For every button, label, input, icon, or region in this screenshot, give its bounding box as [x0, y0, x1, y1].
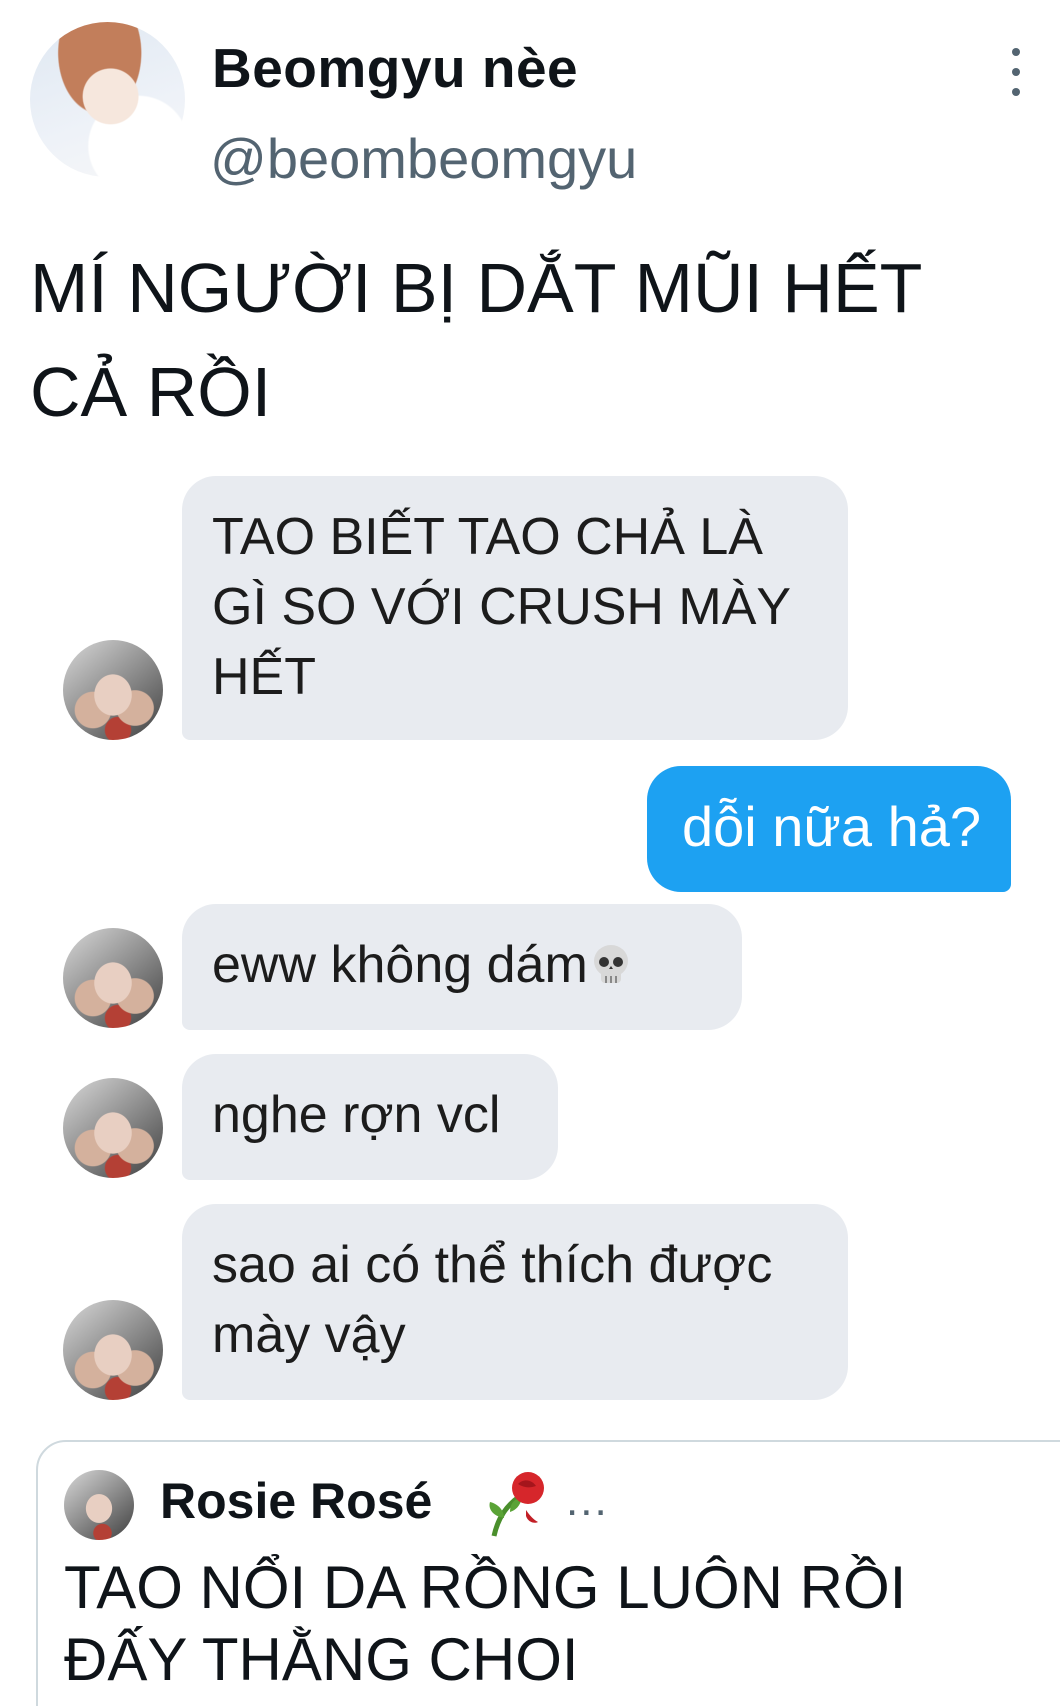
wilted-rose-icon [489, 1472, 544, 1537]
tweet-text: MÍ NGƯỜI BỊ DẮT MŨI HẾT CẢ RỒI [30, 249, 922, 431]
more-options-icon[interactable] [998, 48, 1034, 96]
chat-message-text: eww không dám [212, 936, 588, 994]
author-handle[interactable]: @beombeomgyu [210, 126, 637, 191]
quoted-tweet-text: TAO NỔI DA RỒNG LUÔN RỒI ĐẤY THẰNG CHOI [64, 1554, 907, 1693]
quoted-author-avatar [64, 1470, 134, 1540]
chat-sender-avatar [63, 640, 163, 740]
chat-sender-avatar [63, 1300, 163, 1400]
author-avatar[interactable] [30, 22, 185, 177]
chat-message-received: TAO BIẾT TAO CHẢ LÀ GÌ SO VỚI CRUSH MÀY … [182, 476, 848, 740]
chat-message-text: TAO BIẾT TAO CHẢ LÀ GÌ SO VỚI CRUSH MÀY … [212, 508, 791, 706]
quoted-author-name: Rosie Rosé [160, 1473, 433, 1529]
chat-message-text: nghe rợn vcl [212, 1086, 501, 1144]
chat-message-text: sao ai có thể thích được mày vậy [212, 1236, 773, 1364]
chat-message-received: eww không dám [182, 904, 742, 1030]
chat-message-sent: dỗi nữa hả? [647, 766, 1011, 892]
chat-message-received: nghe rợn vcl [182, 1054, 558, 1180]
chat-sender-avatar [63, 928, 163, 1028]
chat-message-received: sao ai có thể thích được mày vậy [182, 1204, 848, 1400]
chat-message-text: dỗi nữa hả? [681, 795, 981, 858]
tweet-view: Beomgyu nèe @beombeomgyu MÍ NGƯỜI BỊ DẮT… [0, 0, 1060, 1706]
skull-emoji-icon [588, 936, 634, 983]
quoted-truncation: ... [566, 1476, 609, 1525]
chat-sender-avatar [63, 1078, 163, 1178]
author-display-name[interactable]: Beomgyu nèe [212, 36, 578, 100]
